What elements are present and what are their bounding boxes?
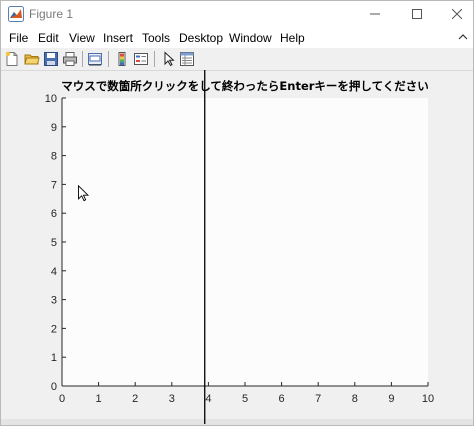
title-bar[interactable]: Figure 1 bbox=[1, 1, 473, 27]
y-tick-label: 2 bbox=[51, 323, 57, 335]
axes-plot[interactable]: マウスで数箇所クリックをして終わったらEnterキーを押してください 0 1 2 3 4… bbox=[0, 70, 472, 424]
menu-bar: File Edit View Insert Tools Desktop Wind… bbox=[1, 27, 473, 48]
save-icon[interactable] bbox=[43, 51, 59, 67]
window-title: Figure 1 bbox=[29, 7, 74, 21]
y-tick-label: 5 bbox=[51, 237, 57, 249]
menu-edit[interactable]: Edit bbox=[38, 31, 59, 45]
y-tick-label: 0 bbox=[51, 381, 57, 393]
menu-tools[interactable]: Tools bbox=[142, 31, 170, 45]
minimize-button[interactable] bbox=[353, 1, 397, 27]
x-tick-label: 2 bbox=[132, 393, 138, 405]
menu-desktop[interactable]: Desktop bbox=[179, 31, 223, 45]
minimize-icon bbox=[370, 13, 380, 15]
maximize-icon bbox=[412, 9, 422, 19]
menu-window[interactable]: Window bbox=[229, 31, 272, 45]
axes-background[interactable] bbox=[62, 98, 428, 386]
matlab-logo-icon bbox=[8, 6, 24, 22]
close-icon bbox=[452, 9, 462, 19]
menu-insert[interactable]: Insert bbox=[103, 31, 133, 45]
y-tick-label: 3 bbox=[51, 295, 57, 307]
printer-icon[interactable] bbox=[62, 51, 78, 67]
colorbar-icon[interactable] bbox=[114, 51, 130, 67]
x-tick-label: 7 bbox=[315, 393, 321, 405]
x-tick-label: 1 bbox=[96, 393, 102, 405]
x-tick-label: 3 bbox=[169, 393, 175, 405]
folder-icon[interactable] bbox=[24, 51, 40, 67]
link-plot-icon[interactable] bbox=[87, 51, 103, 67]
y-tick-label: 10 bbox=[45, 93, 57, 105]
x-tick-label: 0 bbox=[59, 393, 65, 405]
x-tick-label: 5 bbox=[242, 393, 248, 405]
collapse-toolbar-arrow-icon[interactable] bbox=[457, 31, 469, 43]
property-inspector-icon[interactable] bbox=[179, 51, 195, 67]
x-tick-label: 8 bbox=[352, 393, 358, 405]
maximize-button[interactable] bbox=[395, 1, 439, 27]
arrow-cursor-icon[interactable] bbox=[161, 51, 177, 67]
menu-view[interactable]: View bbox=[69, 31, 95, 45]
x-tick-label: 4 bbox=[205, 393, 211, 405]
y-tick-label: 7 bbox=[51, 179, 57, 191]
menu-help[interactable]: Help bbox=[280, 31, 305, 45]
legend-icon[interactable] bbox=[133, 51, 149, 67]
y-tick-label: 9 bbox=[51, 122, 57, 134]
new-file-icon[interactable] bbox=[4, 51, 20, 67]
x-tick-label: 10 bbox=[422, 393, 434, 405]
y-tick-label: 4 bbox=[51, 266, 57, 278]
x-tick-label: 6 bbox=[279, 393, 285, 405]
y-tick-label: 8 bbox=[51, 151, 57, 163]
toolbar-separator bbox=[108, 51, 109, 67]
y-tick-label: 1 bbox=[51, 352, 57, 364]
menu-file[interactable]: File bbox=[9, 31, 28, 45]
toolbar-separator bbox=[82, 51, 83, 67]
x-tick-label: 9 bbox=[388, 393, 394, 405]
y-tick-label: 6 bbox=[51, 208, 57, 220]
figure-toolbar bbox=[1, 48, 473, 71]
toolbar-separator bbox=[154, 51, 155, 67]
close-button[interactable] bbox=[435, 1, 473, 27]
chart-title: マウスで数箇所クリックをして終わったらEnterキーを押してください bbox=[61, 79, 428, 93]
